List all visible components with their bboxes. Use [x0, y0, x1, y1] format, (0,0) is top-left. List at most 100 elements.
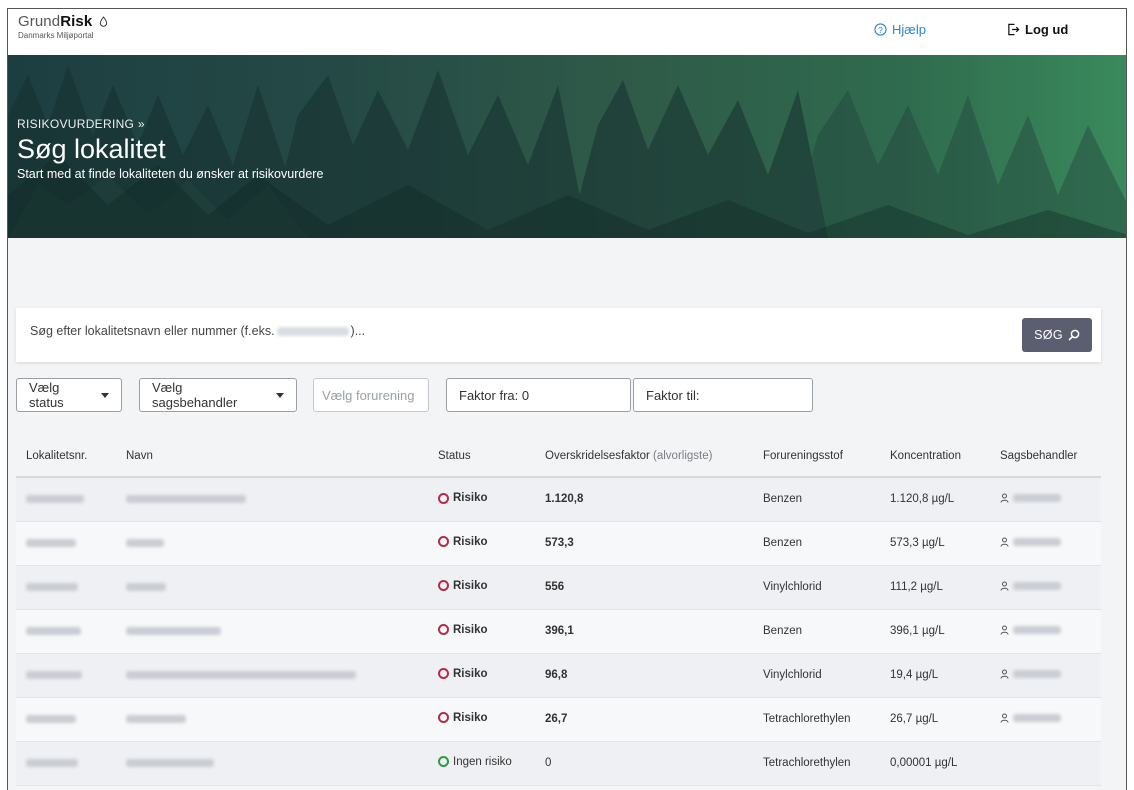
row-name-cell: [116, 565, 428, 609]
column-header-factor[interactable]: Overskridelsesfaktor (alvorligste): [535, 435, 753, 478]
factor-header-label: Overskridelsesfaktor: [545, 449, 650, 462]
row-factor-cell: 0: [545, 757, 552, 769]
redacted-caseworker: [1013, 537, 1061, 546]
status-filter-dropdown[interactable]: Vælg status: [16, 378, 122, 412]
status-label: Risiko: [453, 535, 488, 548]
row-concentration-cell: 26,7 µg/L: [890, 713, 939, 725]
row-name-cell: [116, 609, 428, 653]
row-name-cell: [116, 521, 428, 565]
risk-status-icon: [438, 624, 449, 636]
redacted-caseworker: [1013, 581, 1061, 590]
risk-status-icon: [438, 580, 449, 592]
pollutant-filter-placeholder: Vælg forurening: [322, 387, 415, 403]
logo-light-text: Grund: [18, 13, 61, 30]
row-concentration-cell: 1.120,8 µg/L: [890, 493, 955, 506]
chevron-down-icon: [276, 392, 284, 398]
row-factor-cell: 26,7: [545, 713, 568, 725]
row-pollutant-cell: Vinylchlorid: [763, 669, 822, 681]
factor-to-input[interactable]: Faktor til:: [633, 378, 813, 412]
column-header-caseworker[interactable]: Sagsbehandler: [990, 435, 1101, 478]
redacted-name: [126, 582, 166, 591]
row-name-cell: [116, 741, 428, 785]
status-label: Ingen risiko: [453, 755, 512, 768]
row-name-cell: [116, 697, 428, 741]
table-row[interactable]: Risiko 396,1 Benzen 396,1 µg/L: [16, 609, 1101, 653]
row-status-cell: Ingen risiko: [428, 741, 535, 785]
row-caseworker-cell: [990, 653, 1101, 697]
column-header-id[interactable]: Lokalitetsnr.: [16, 435, 116, 478]
svg-text:?: ?: [878, 25, 883, 35]
status-label: Risiko: [453, 492, 488, 504]
no-risk-status-icon: [438, 756, 449, 768]
person-icon: [1000, 581, 1009, 591]
row-pollutant-cell: Vinylchlorid: [763, 581, 822, 593]
search-button[interactable]: SØG: [1022, 318, 1092, 352]
help-link[interactable]: ? Hjælp: [874, 22, 926, 37]
row-id-cell: [16, 521, 116, 565]
logout-icon: [1008, 23, 1020, 36]
page-title: Søg lokalitet: [17, 134, 166, 164]
row-id-cell: [16, 741, 116, 785]
redacted-id: [26, 758, 78, 767]
logo-bold-text: Risk: [60, 13, 93, 30]
column-header-concentration[interactable]: Koncentration: [880, 435, 990, 478]
app-window: GrundRisk Danmarks Miljøportal ? Hjælp L…: [7, 8, 1127, 790]
search-button-label: SØG: [1034, 328, 1063, 342]
search-input[interactable]: Søg efter lokalitetsnavn eller nummer (f…: [30, 324, 930, 338]
person-icon: [1000, 713, 1009, 723]
row-factor-cell: 396,1: [545, 625, 574, 637]
row-id-cell: [16, 653, 116, 697]
column-header-pollutant[interactable]: Forureningsstof: [753, 435, 880, 478]
status-label: Risiko: [453, 667, 488, 680]
logo-subtitle: Danmarks Miljøportal: [18, 31, 94, 40]
row-concentration-cell: 0,00001 µg/L: [890, 757, 958, 769]
row-id-cell: [16, 609, 116, 653]
row-status-cell: Risiko: [428, 521, 535, 565]
pollutant-filter-input[interactable]: Vælg forurening: [313, 378, 429, 412]
redacted-caseworker: [1013, 713, 1061, 722]
row-concentration-cell: 111,2 µg/L: [890, 581, 943, 593]
caseworker-filter-dropdown[interactable]: Vælg sagsbehandler: [139, 378, 297, 412]
redacted-name: [126, 670, 356, 679]
table-row[interactable]: Risiko 1.120,8 Benzen 1.120,8 µg/L: [16, 477, 1101, 521]
logout-button[interactable]: Log ud: [1007, 22, 1068, 37]
factor-from-input[interactable]: Faktor fra: 0: [446, 378, 631, 412]
table-row[interactable]: Risiko 26,7 Tetrachlorethylen 26,7 µg/L: [16, 697, 1101, 741]
factor-from-value: Faktor fra: 0: [459, 387, 530, 403]
table-row[interactable]: Risiko 556 Vinylchlorid 111,2 µg/L: [16, 565, 1101, 609]
row-factor-cell: 1.120,8: [545, 493, 584, 506]
search-panel: Søg efter lokalitetsnavn eller nummer (f…: [16, 308, 1101, 362]
column-header-name[interactable]: Navn: [116, 435, 428, 478]
person-icon: [1000, 537, 1009, 547]
table-row[interactable]: Ingen risiko 0 Tetrachlorethylen 0,00001…: [16, 741, 1101, 785]
localities-table: Lokalitetsnr. Navn Status Overskridelses…: [16, 435, 1101, 786]
redacted-name: [126, 714, 186, 723]
row-factor-cell: 573,3: [545, 537, 574, 549]
grundrisk-logo[interactable]: GrundRisk Danmarks Miljøportal: [18, 13, 108, 40]
row-pollutant-cell: Benzen: [763, 493, 803, 506]
risk-status-icon: [438, 668, 449, 680]
table-row[interactable]: Risiko 573,3 Benzen 573,3 µg/L: [16, 521, 1101, 565]
row-name-cell: [116, 477, 428, 521]
redacted-id: [26, 495, 84, 504]
redacted-name: [126, 495, 246, 504]
page-subtitle: Start med at finde lokaliteten du ønsker…: [17, 167, 324, 181]
row-status-cell: Risiko: [428, 565, 535, 609]
row-caseworker-cell: [990, 477, 1101, 521]
redacted-id: [26, 670, 82, 679]
redacted-name: [126, 626, 221, 635]
row-status-cell: Risiko: [428, 697, 535, 741]
person-icon: [1000, 625, 1009, 635]
redacted-id: [26, 538, 76, 547]
table-row[interactable]: Risiko 96,8 Vinylchlorid 19,4 µg/L: [16, 653, 1101, 697]
help-label: Hjælp: [892, 22, 926, 37]
row-id-cell: [16, 477, 116, 521]
hero-banner: RISIKOVURDERING » Søg lokalitet Start me…: [8, 55, 1126, 238]
row-status-cell: Risiko: [428, 653, 535, 697]
row-caseworker-cell: [990, 741, 1101, 785]
water-drop-icon: [99, 16, 107, 27]
breadcrumb[interactable]: RISIKOVURDERING »: [17, 117, 323, 131]
status-label: Risiko: [453, 711, 488, 724]
column-header-status[interactable]: Status: [428, 435, 535, 478]
logout-label: Log ud: [1025, 22, 1069, 37]
